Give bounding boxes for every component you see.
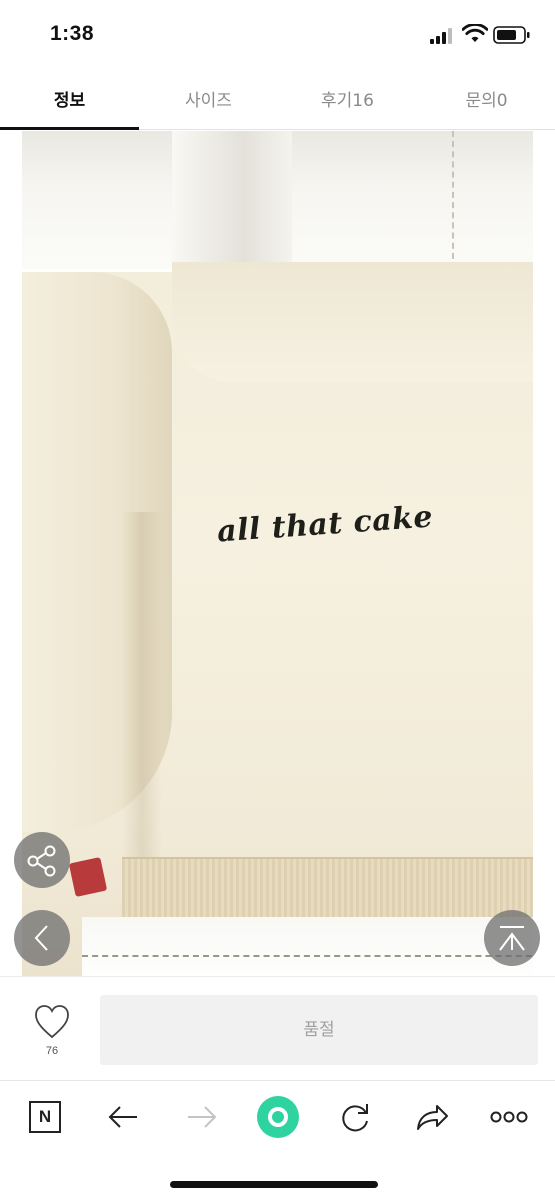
active-tab-indicator <box>0 127 139 130</box>
reload-icon <box>342 1104 368 1132</box>
tab-reviews[interactable]: 후기16 <box>278 86 417 111</box>
green-dot-icon <box>257 1096 299 1138</box>
tab-inquiry[interactable]: 문의0 <box>417 86 555 111</box>
forward-arrow-icon <box>188 1106 217 1128</box>
tab-info[interactable]: 정보 <box>0 86 139 111</box>
back-button[interactable] <box>102 1095 146 1139</box>
like-count: 76 <box>45 1045 59 1057</box>
more-icon <box>490 1111 528 1123</box>
naver-home-button[interactable]: N <box>24 1095 68 1139</box>
green-dot-button[interactable] <box>255 1094 301 1140</box>
naver-home-label: N <box>38 1107 52 1126</box>
product-photo-top <box>22 131 533 269</box>
back-arrow-icon <box>108 1106 137 1128</box>
cellular-signal-icon <box>430 28 456 44</box>
chevron-left-icon <box>34 925 48 951</box>
share-icon <box>27 845 56 877</box>
share-button[interactable] <box>14 832 70 888</box>
home-indicator <box>170 1181 378 1188</box>
forward-button[interactable] <box>180 1095 224 1139</box>
garment-tag <box>68 857 108 897</box>
battery-icon <box>493 26 530 44</box>
purchase-bar: 76 품절 <box>0 976 555 1080</box>
soldout-button[interactable]: 품절 <box>100 995 538 1065</box>
product-tabs: 정보 사이즈 후기16 문의0 <box>0 70 555 130</box>
share-arrow-icon <box>417 1105 448 1130</box>
product-image[interactable]: all that cake <box>22 131 533 976</box>
product-photo-main: all that cake <box>22 262 533 976</box>
scroll-top-icon <box>499 926 525 951</box>
like-button[interactable]: 76 <box>20 1001 84 1065</box>
share-page-button[interactable] <box>410 1095 454 1139</box>
more-button[interactable] <box>487 1095 531 1139</box>
scroll-top-button[interactable] <box>484 910 540 966</box>
sweatshirt-print-text: all that cake <box>216 499 435 550</box>
previous-button[interactable] <box>14 910 70 966</box>
reload-button[interactable] <box>333 1095 377 1139</box>
heart-icon <box>35 1005 69 1039</box>
status-time: 1:38 <box>50 22 95 45</box>
wifi-icon <box>462 24 488 42</box>
status-bar: 1:38 <box>0 0 555 70</box>
tab-size[interactable]: 사이즈 <box>139 86 278 111</box>
